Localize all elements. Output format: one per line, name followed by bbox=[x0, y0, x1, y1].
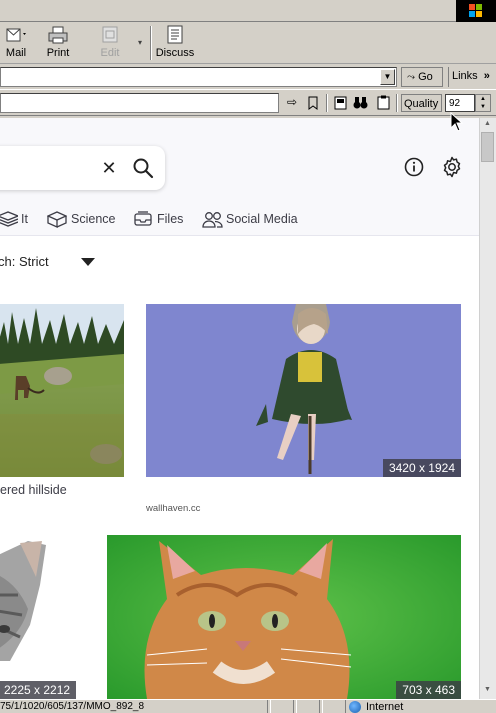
plugin-separator bbox=[396, 94, 398, 112]
printer-icon bbox=[47, 25, 69, 45]
info-icon[interactable] bbox=[403, 156, 425, 178]
status-text: 75/1/1020/605/137/MMO_892_8 bbox=[0, 700, 268, 713]
mail-label: Mail bbox=[5, 47, 27, 59]
toolbar: Mail Print Edit ▾ Discuss bbox=[0, 22, 496, 64]
go-arrow-icon: ⤳ bbox=[407, 72, 415, 83]
status-cell bbox=[270, 700, 294, 713]
forward-arrow-icon[interactable]: ⇨ bbox=[284, 94, 300, 111]
links-label: Links bbox=[452, 70, 478, 82]
links-button[interactable]: Links » bbox=[448, 67, 496, 87]
toolbar-separator bbox=[150, 26, 152, 60]
search-icon[interactable] bbox=[132, 157, 154, 179]
quality-label: Quality bbox=[401, 94, 443, 112]
clipboard-icon[interactable] bbox=[375, 94, 391, 111]
category-label: Science bbox=[71, 212, 116, 226]
address-bar-row: ▼ ⤳ Go Links » bbox=[0, 64, 496, 90]
result-image-tabby-cat[interactable]: 2225 x 2212 bbox=[0, 535, 86, 699]
result-caption[interactable]: ered hillside bbox=[0, 483, 67, 497]
dimension-badge: 703 x 463 bbox=[396, 681, 461, 699]
title-strip bbox=[0, 0, 496, 22]
plugin-toolbar: ⇨ Quality ▲ ▼ bbox=[0, 90, 496, 116]
people-icon bbox=[202, 212, 223, 228]
category-label: Files bbox=[157, 212, 184, 226]
category-it[interactable]: It bbox=[0, 210, 32, 228]
category-science[interactable]: Science bbox=[47, 210, 119, 228]
security-zone-label: Internet bbox=[366, 701, 404, 713]
quality-spinner[interactable]: ▲ ▼ bbox=[475, 94, 491, 112]
mail-button[interactable]: Mail bbox=[0, 24, 40, 62]
inbox-icon bbox=[134, 211, 152, 226]
plugin-separator bbox=[326, 94, 328, 112]
result-image-hillside[interactable] bbox=[0, 304, 124, 477]
bookmark-icon[interactable] bbox=[305, 94, 321, 111]
layers-icon bbox=[0, 211, 18, 227]
result-image-orange-cat[interactable]: 703 x 463 bbox=[107, 535, 461, 699]
safe-search-select[interactable]: ch: Strict bbox=[0, 254, 49, 269]
plugin-input[interactable] bbox=[0, 93, 279, 113]
page-icon[interactable] bbox=[332, 94, 348, 111]
mail-icon bbox=[5, 25, 27, 45]
gear-icon[interactable] bbox=[440, 155, 464, 179]
category-label: It bbox=[21, 212, 28, 226]
chevron-down-icon[interactable] bbox=[81, 258, 95, 266]
status-bar: 75/1/1020/605/137/MMO_892_8 Internet bbox=[0, 699, 496, 713]
scroll-up-icon[interactable]: ▲ bbox=[481, 120, 494, 130]
spin-up-icon[interactable]: ▲ bbox=[476, 95, 490, 103]
scroll-thumb[interactable] bbox=[481, 132, 494, 162]
category-label: Social Media bbox=[226, 212, 298, 226]
status-cell bbox=[322, 700, 346, 713]
links-chevron-icon: » bbox=[483, 70, 490, 82]
print-label: Print bbox=[46, 47, 70, 59]
category-social-media[interactable]: Social Media bbox=[202, 210, 302, 228]
dimension-badge: 3420 x 1924 bbox=[382, 459, 461, 477]
address-input[interactable] bbox=[0, 67, 397, 87]
cube-icon bbox=[47, 211, 67, 228]
page-viewport: ✕ It Science Files Social Media ch: Stri… bbox=[0, 118, 479, 699]
windows-logo-icon bbox=[456, 0, 496, 22]
status-cell bbox=[296, 700, 320, 713]
vertical-scrollbar[interactable] bbox=[479, 118, 496, 699]
print-button[interactable]: Print bbox=[40, 24, 76, 62]
quality-input[interactable] bbox=[445, 94, 475, 112]
edit-icon bbox=[99, 25, 121, 45]
edit-button[interactable]: Edit bbox=[94, 24, 126, 62]
mouse-cursor-icon bbox=[450, 111, 464, 132]
clear-search-icon[interactable]: ✕ bbox=[99, 158, 119, 178]
result-image-figure[interactable]: 3420 x 1924 bbox=[146, 304, 461, 477]
discuss-label: Discuss bbox=[155, 47, 195, 59]
address-dropdown-button[interactable]: ▼ bbox=[380, 69, 395, 85]
spin-down-icon[interactable]: ▼ bbox=[476, 103, 490, 111]
scroll-down-icon[interactable]: ▼ bbox=[481, 686, 494, 696]
go-button[interactable]: ⤳ Go bbox=[401, 67, 443, 87]
category-files[interactable]: Files bbox=[134, 210, 186, 228]
edit-label: Edit bbox=[100, 47, 120, 59]
edit-dropdown-icon[interactable]: ▾ bbox=[138, 38, 142, 47]
binoculars-icon[interactable] bbox=[352, 94, 368, 111]
discuss-icon bbox=[164, 25, 186, 45]
discuss-button[interactable]: Discuss bbox=[154, 24, 196, 62]
dimension-badge: 2225 x 2212 bbox=[0, 681, 77, 699]
result-source[interactable]: wallhaven.cc bbox=[146, 503, 200, 514]
go-label: Go bbox=[418, 71, 433, 83]
